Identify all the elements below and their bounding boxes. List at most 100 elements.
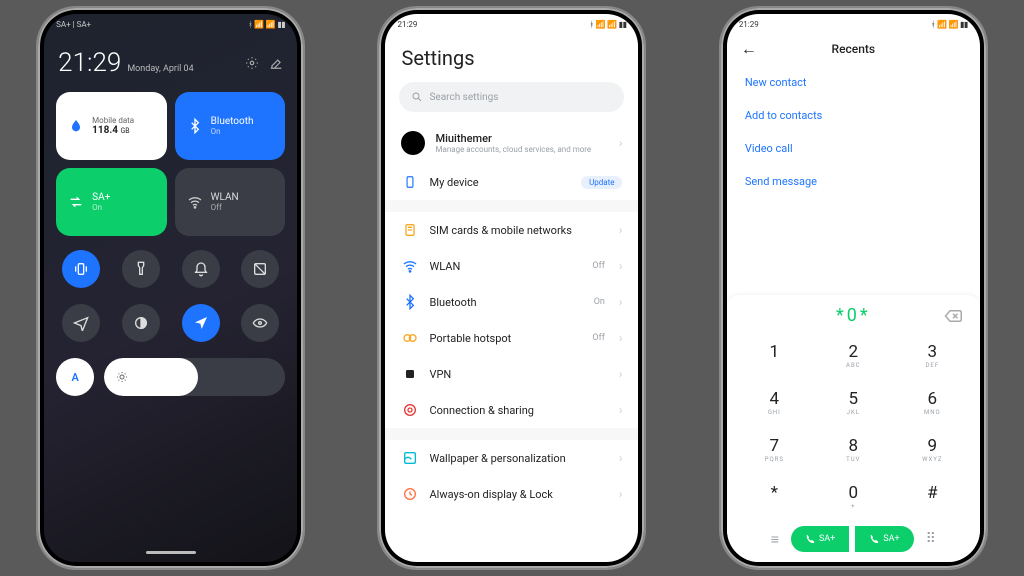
key-6[interactable]: 6MNO (893, 379, 972, 426)
key-digit: 2 (814, 342, 893, 362)
settings-row[interactable]: Bluetooth On › (385, 284, 638, 320)
toggle-dnd[interactable] (182, 250, 220, 288)
menu-item[interactable]: Send message (727, 165, 980, 198)
row-label: VPN (429, 368, 451, 381)
signal-icon: 📶 (266, 20, 275, 29)
settings-icon[interactable] (245, 56, 259, 70)
edit-icon[interactable] (269, 56, 283, 70)
chevron-right-icon: › (619, 451, 623, 465)
settings-row[interactable]: SIM cards & mobile networks › (385, 212, 638, 248)
tile-value: 118.4 GB (92, 125, 129, 136)
toggle-location[interactable] (182, 304, 220, 342)
settings-row[interactable]: Connection & sharing › (385, 392, 638, 428)
tile-sim[interactable]: SA+ On (56, 168, 167, 236)
menu-icon[interactable]: ≡ (765, 531, 785, 548)
key-letters: WXYZ (893, 456, 972, 463)
brightness-slider[interactable] (104, 358, 285, 396)
signal-icon: 📶 (937, 20, 946, 29)
status-bar: 21:29 ᚼ 📶 📶 ▮▮ (727, 14, 980, 34)
menu-item[interactable]: New contact (727, 66, 980, 99)
toggle-eyecare[interactable] (241, 304, 279, 342)
toggle-darkmode[interactable] (122, 304, 160, 342)
update-badge: Update (581, 176, 622, 189)
key-digit: 5 (814, 389, 893, 409)
dialpad-toggle-icon[interactable]: ⠿ (920, 531, 942, 547)
water-drop-icon (68, 118, 84, 134)
row-label: Bluetooth (429, 296, 476, 309)
device-icon (401, 173, 419, 191)
key-*[interactable]: * (735, 473, 814, 520)
key-0[interactable]: 0+ (814, 473, 893, 520)
key-3[interactable]: 3DEF (893, 332, 972, 379)
row-sub: Manage accounts, cloud services, and mor… (435, 145, 608, 154)
menu-item[interactable]: Video call (727, 132, 980, 165)
key-5[interactable]: 5JKL (814, 379, 893, 426)
cc-clock: 21:29 (58, 48, 121, 78)
row-label: Portable hotspot (429, 332, 511, 345)
settings-row[interactable]: Always-on display & Lock › (385, 476, 638, 512)
battery-icon: ▮▮ (277, 20, 285, 29)
row-icon (401, 221, 419, 239)
settings-row[interactable]: WLAN Off › (385, 248, 638, 284)
row-label: Wallpaper & personalization (429, 452, 565, 465)
tile-mobile-data[interactable]: Mobile data 118.4 GB (56, 92, 167, 160)
sim-swap-icon (68, 194, 84, 210)
row-label: Connection & sharing (429, 404, 533, 417)
dial-input: *0* (836, 305, 871, 326)
toggle-vibrate[interactable] (62, 250, 100, 288)
status-indicators: ᚼ 📶 📶 ▮▮ (589, 20, 626, 29)
row-icon (401, 329, 419, 347)
search-input[interactable]: Search settings (399, 82, 624, 112)
row-my-device[interactable]: My device Update (385, 164, 638, 200)
call-sim1-label: SA+ (819, 534, 835, 544)
key-8[interactable]: 8TUV (814, 426, 893, 473)
phone-settings: 21:29 ᚼ 📶 📶 ▮▮ Settings Search settings … (379, 8, 644, 568)
back-button[interactable]: ← (741, 39, 757, 59)
settings-row[interactable]: Portable hotspot Off › (385, 320, 638, 356)
key-1[interactable]: 1 (735, 332, 814, 379)
home-indicator[interactable] (146, 551, 196, 554)
tile-label: SA+ (92, 192, 110, 203)
tile-label: Mobile data (92, 116, 134, 125)
key-#[interactable]: # (893, 473, 972, 520)
menu-item[interactable]: Add to contacts (727, 99, 980, 132)
key-digit: 3 (893, 342, 972, 362)
status-carrier: SA+ | SA+ (56, 20, 91, 29)
key-9[interactable]: 9WXYZ (893, 426, 972, 473)
toggle-auto-brightness[interactable]: A (56, 358, 94, 396)
search-icon (411, 91, 423, 103)
settings-row[interactable]: Wallpaper & personalization › (385, 440, 638, 476)
row-icon (401, 449, 419, 467)
row-label: WLAN (429, 260, 460, 273)
toggle-flashlight[interactable] (122, 250, 160, 288)
key-letters: MNO (893, 409, 972, 416)
key-digit: 7 (735, 436, 814, 456)
tile-bluetooth[interactable]: Bluetooth On (175, 92, 286, 160)
key-letters: GHI (735, 409, 814, 416)
call-sim2-button[interactable]: SA+ (855, 526, 913, 552)
row-label: My device (429, 176, 478, 189)
bluetooth-icon: ᚼ (589, 20, 593, 29)
key-2[interactable]: 2ABC (814, 332, 893, 379)
key-digit: 4 (735, 389, 814, 409)
chevron-right-icon: › (619, 136, 623, 150)
backspace-button[interactable] (944, 309, 962, 323)
toggle-airplane[interactable] (62, 304, 100, 342)
key-letters: PQRS (735, 456, 814, 463)
status-indicators: ᚼ 📶 📶 ▮▮ (931, 20, 968, 29)
signal-icon: 📶 (596, 20, 605, 29)
key-4[interactable]: 4GHI (735, 379, 814, 426)
signal-icon: 📶 (949, 20, 958, 29)
toggle-screenshot[interactable] (241, 250, 279, 288)
row-value: On (594, 297, 605, 307)
bluetooth-icon (187, 118, 203, 134)
settings-row[interactable]: VPN › (385, 356, 638, 392)
key-7[interactable]: 7PQRS (735, 426, 814, 473)
battery-icon: ▮▮ (619, 20, 627, 29)
row-label: Always-on display & Lock (429, 488, 552, 501)
row-account[interactable]: Miuithemer Manage accounts, cloud servic… (385, 122, 638, 164)
key-letters: TUV (814, 456, 893, 463)
call-sim1-button[interactable]: SA+ (791, 526, 849, 552)
bluetooth-icon: ᚼ (248, 20, 252, 29)
tile-wlan[interactable]: WLAN Off (175, 168, 286, 236)
